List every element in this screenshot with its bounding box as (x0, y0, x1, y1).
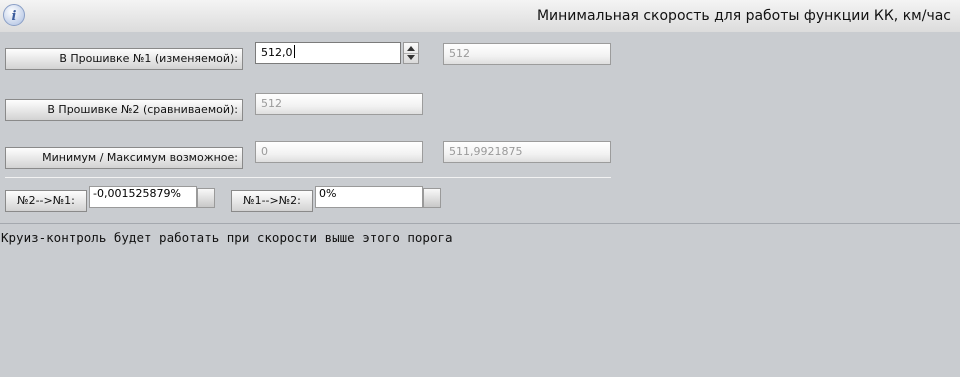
n2-to-n1-button[interactable] (197, 188, 215, 208)
fw1-raw-field: 512 (443, 43, 611, 65)
svg-text:i: i (12, 9, 17, 24)
max-value-field: 511,9921875 (443, 141, 611, 163)
n1-to-n2-button[interactable] (423, 188, 441, 208)
text-caret (293, 45, 295, 58)
min-value-field: 0 (255, 141, 423, 163)
spin-up-icon[interactable] (407, 46, 415, 51)
limits-label: Минимум / Максимум возможное: (5, 147, 243, 169)
fw2-label: В Прошивке №2 (сравниваемой): (5, 99, 243, 121)
fw2-value-field: 512 (255, 93, 423, 115)
page-title: Минимальная скорость для работы функции … (536, 8, 951, 24)
spin-divider (404, 53, 418, 54)
section-separator (5, 177, 611, 178)
spin-down-icon[interactable] (407, 55, 415, 60)
fw1-label: В Прошивке №1 (изменяемой): (5, 48, 243, 70)
info-icon[interactable]: i (2, 3, 26, 27)
title-bar: i Минимальная скорость для работы функци… (0, 0, 960, 32)
n1-to-n2-label: №1-->№2: (231, 190, 313, 212)
fw1-value-input[interactable]: 512,0 (255, 42, 401, 64)
panel-divider (0, 223, 960, 224)
description-text: Круиз-контроль будет работать при скорос… (1, 230, 453, 245)
fw1-spinner[interactable] (403, 42, 419, 64)
fw1-value-text: 512,0 (261, 46, 293, 59)
n1-to-n2-percent: 0% (315, 186, 423, 208)
n2-to-n1-percent: -0,001525879% (89, 186, 197, 208)
n2-to-n1-label: №2-->№1: (5, 190, 87, 212)
